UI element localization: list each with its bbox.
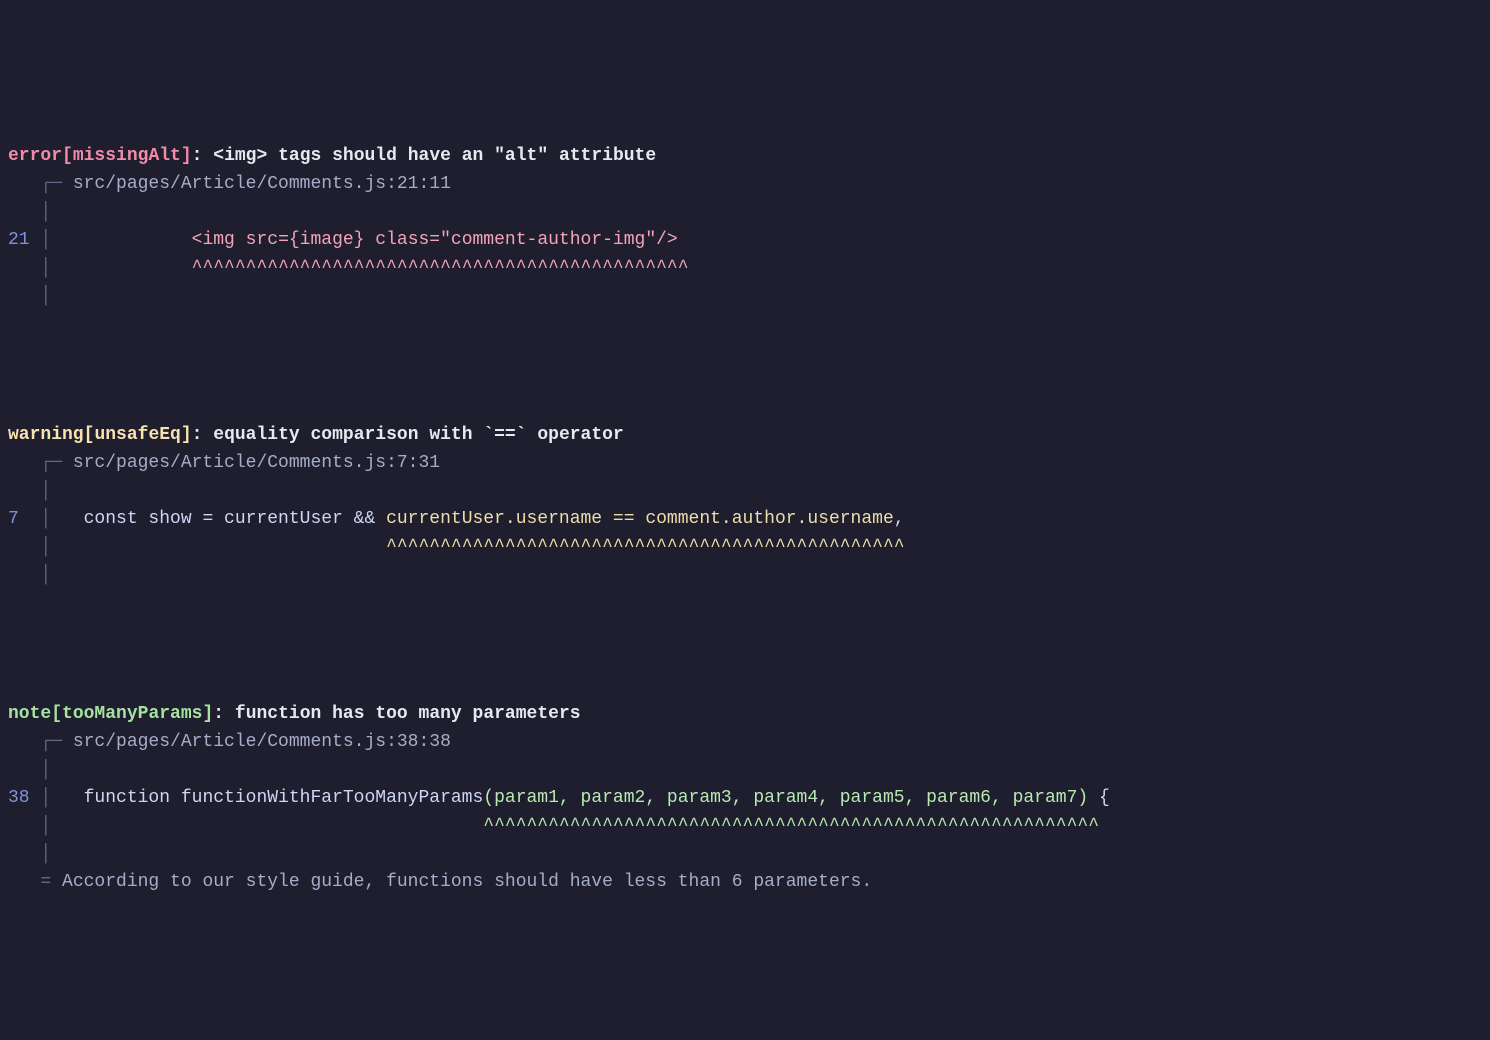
gutter-line: │ <box>8 537 84 557</box>
diagnostic-block: error[missingAlt]: <img> tags should hav… <box>8 143 1482 310</box>
severity-label: warning[unsafeEq] <box>8 425 192 445</box>
gutter-line: = <box>8 872 62 892</box>
diagnostic-block: note[tooManyParams]: function has too ma… <box>8 701 1482 896</box>
severity-label: note[tooManyParams] <box>8 704 213 724</box>
blank-line <box>8 339 1482 367</box>
severity-label: error[missingAlt] <box>8 146 192 166</box>
gutter-line: │ <box>8 202 51 222</box>
gutter-line: │ <box>8 481 51 501</box>
code-line: function functionWithFarTooManyParams(pa… <box>84 788 1110 808</box>
gutter-line: │ <box>8 816 84 836</box>
footnote-text: According to our style guide, functions … <box>62 872 872 892</box>
code-line: <img src={image} class="comment-author-i… <box>84 230 678 250</box>
gutter-line: │ <box>8 286 51 306</box>
source-path: src/pages/Article/Comments.js:38:38 <box>73 732 451 752</box>
gutter-line: │ <box>8 565 51 585</box>
diagnostic-title: : function has too many parameters <box>213 704 580 724</box>
source-path: src/pages/Article/Comments.js:21:11 <box>73 174 451 194</box>
caret-underline: ^^^^^^^^^^^^^^^^^^^^^^^^^^^^^^^^^^^^^^^^… <box>192 258 689 278</box>
line-number: 21 <box>8 230 30 250</box>
gutter-line: │ <box>8 760 51 780</box>
diagnostics-output: error[missingAlt]: <img> tags should hav… <box>0 84 1490 929</box>
gutter-line: │ <box>8 258 84 278</box>
diagnostic-title: : <img> tags should have an "alt" attrib… <box>192 146 656 166</box>
line-number: 38 <box>8 788 30 808</box>
line-number: 7 <box>8 509 19 529</box>
diagnostic-block: warning[unsafeEq]: equality comparison w… <box>8 422 1482 589</box>
highlighted-code: (param1, param2, param3, param4, param5,… <box>483 788 1088 808</box>
highlighted-code: <img src={image} class="comment-author-i… <box>192 230 678 250</box>
gutter-line: ┌─ <box>8 453 73 473</box>
source-path: src/pages/Article/Comments.js:7:31 <box>73 453 440 473</box>
diagnostic-title: : equality comparison with `==` operator <box>192 425 624 445</box>
gutter-line: │ <box>8 844 51 864</box>
code-line: const show = currentUser && currentUser.… <box>84 509 905 529</box>
caret-underline: ^^^^^^^^^^^^^^^^^^^^^^^^^^^^^^^^^^^^^^^^… <box>483 816 1099 836</box>
gutter-line: ┌─ <box>8 732 73 752</box>
gutter-line: ┌─ <box>8 174 73 194</box>
highlighted-code: currentUser.username == comment.author.u… <box>386 509 894 529</box>
blank-line <box>8 618 1482 646</box>
caret-underline: ^^^^^^^^^^^^^^^^^^^^^^^^^^^^^^^^^^^^^^^^… <box>386 537 904 557</box>
